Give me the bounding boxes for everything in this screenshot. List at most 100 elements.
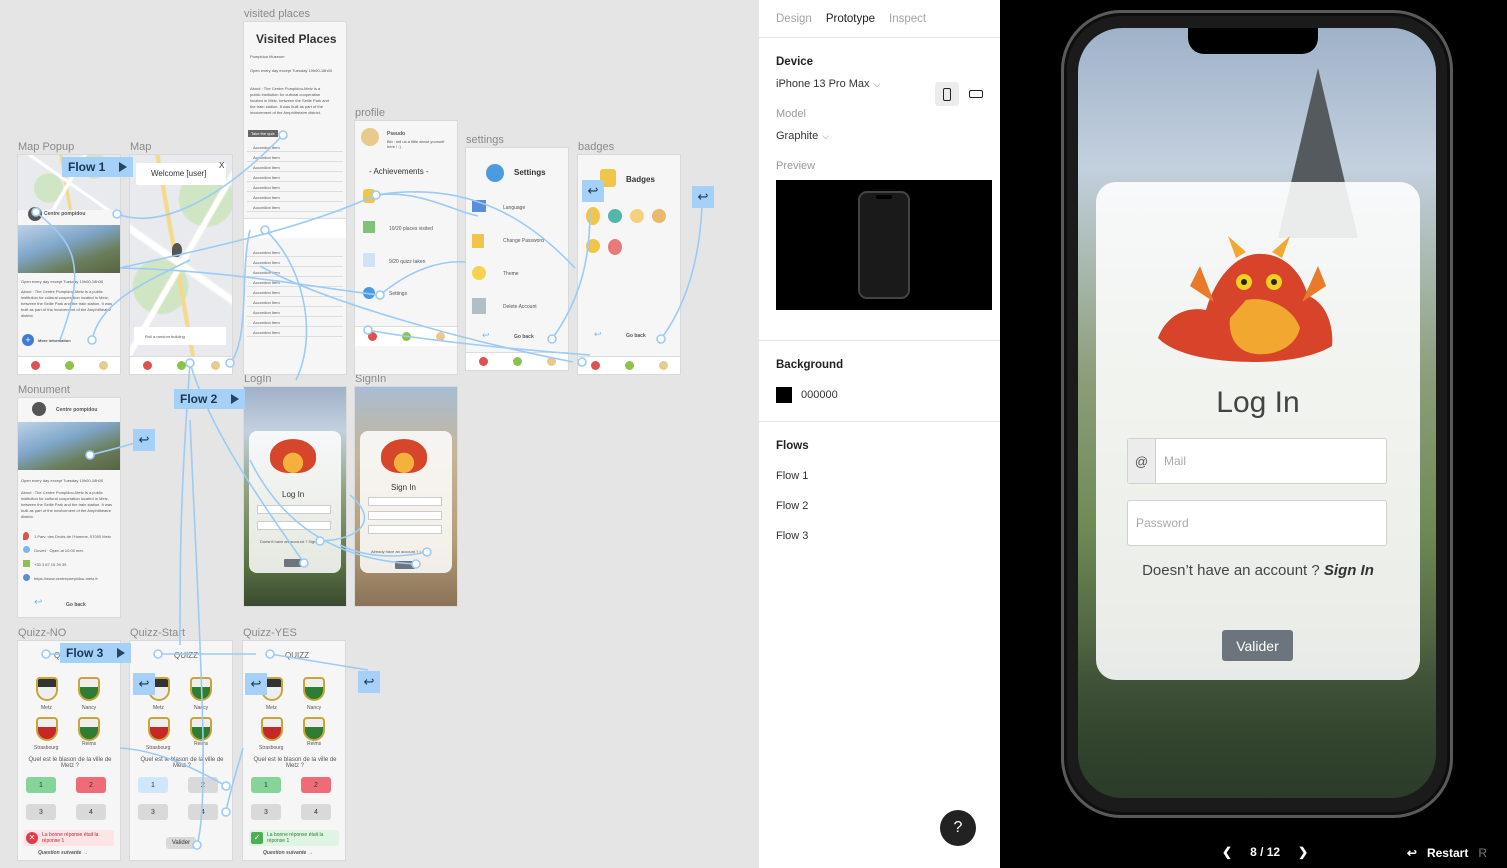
settings-delete[interactable]: Delete Account: [503, 304, 537, 310]
flow-item[interactable]: Flow 2: [776, 500, 983, 512]
flow-item[interactable]: Flow 3: [776, 530, 983, 542]
frame-visited-places[interactable]: Visited Places Pompidou Museum Open ever…: [244, 22, 346, 374]
accordion-item[interactable]: Accordion Item: [247, 143, 343, 152]
frame-quizz-no[interactable]: QUIZZ Metz Nancy Strasbourg Reims Quel e…: [18, 641, 120, 860]
chevron-left-icon[interactable]: ❮: [1222, 845, 1232, 859]
accordion-item[interactable]: Accordion Item: [247, 258, 343, 267]
profile-icon[interactable]: [435, 332, 445, 341]
back-action-icon[interactable]: ↩: [582, 180, 604, 202]
map-pin-icon[interactable]: [30, 361, 40, 370]
frame-label-map[interactable]: Map: [130, 141, 151, 153]
list-icon[interactable]: [401, 332, 411, 341]
accordion-item[interactable]: Accordion Item: [247, 163, 343, 172]
answer-button[interactable]: 2: [76, 777, 106, 793]
play-icon[interactable]: [231, 394, 240, 404]
login-mini-mail[interactable]: [257, 505, 331, 514]
frame-label-quizz-no[interactable]: Quizz-NO: [18, 627, 66, 639]
settings-language[interactable]: Language: [503, 205, 525, 211]
mail-input[interactable]: @ Mail: [1127, 438, 1387, 484]
next-question-link[interactable]: Question suivante →: [38, 850, 88, 856]
badges-go-back[interactable]: Go back: [626, 333, 646, 339]
signin-mini-field[interactable]: [368, 497, 442, 506]
plus-icon[interactable]: +: [22, 334, 34, 346]
answer-button[interactable]: 3: [251, 804, 281, 820]
background-hex[interactable]: 000000: [801, 389, 838, 401]
list-icon[interactable]: [176, 361, 186, 370]
background-color-row[interactable]: 000000: [776, 387, 983, 403]
accordion-item[interactable]: Accordion Item: [247, 328, 343, 337]
more-info-button[interactable]: More information: [38, 338, 71, 343]
profile-icon[interactable]: [658, 361, 668, 370]
tab-design[interactable]: Design: [776, 13, 812, 25]
frame-label-settings[interactable]: settings: [466, 134, 504, 146]
help-button[interactable]: ?: [940, 810, 976, 846]
monument-site[interactable]: https://www.centrepompidou-metz.fr: [34, 576, 98, 581]
signin-mini-valider[interactable]: [395, 561, 415, 569]
flow-3-tag[interactable]: Flow 3: [60, 643, 132, 663]
answer-button[interactable]: 2: [188, 777, 218, 793]
quiz-valider-button[interactable]: Valider: [166, 837, 196, 849]
frame-signin[interactable]: Sign In Already have an account ? Log in: [355, 387, 457, 606]
flow-2-tag[interactable]: Flow 2: [174, 389, 246, 409]
answer-button[interactable]: 4: [188, 804, 218, 820]
frame-label-profile[interactable]: profile: [355, 107, 385, 119]
accordion-item[interactable]: Accordion Item: [247, 193, 343, 202]
signin-mini-login[interactable]: Already have an account ? Log in: [371, 549, 430, 554]
back-action-icon[interactable]: ↩: [245, 673, 267, 695]
accordion-item[interactable]: Accordion Item: [247, 248, 343, 257]
profile-settings-link[interactable]: Settings: [389, 291, 407, 297]
valider-button[interactable]: Valider: [1222, 630, 1293, 661]
answer-button[interactable]: 3: [26, 804, 56, 820]
accordion-item[interactable]: Accordion Item: [247, 183, 343, 192]
sign-in-link[interactable]: Sign In: [1324, 562, 1374, 579]
random-building-button[interactable]: Roll a random building: [145, 334, 185, 339]
frame-label-map-popup[interactable]: Map Popup: [18, 141, 74, 153]
settings-password[interactable]: Change Password: [503, 238, 544, 244]
answer-button[interactable]: 1: [26, 777, 56, 793]
color-swatch[interactable]: [776, 387, 792, 403]
back-action-icon[interactable]: ↩: [133, 673, 155, 695]
tab-inspect[interactable]: Inspect: [889, 13, 926, 25]
answer-button[interactable]: 2: [301, 777, 331, 793]
accordion-item[interactable]: Accordion Item: [247, 203, 343, 212]
login-mini-signup[interactable]: Doesn't have an account ? Sign In: [260, 539, 321, 544]
profile-icon[interactable]: [546, 357, 556, 366]
answer-button[interactable]: 1: [138, 777, 168, 793]
map-pin-icon[interactable]: [367, 332, 377, 341]
prototype-canvas[interactable]: visited places profile settings badges M…: [0, 0, 758, 868]
tab-prototype[interactable]: Prototype: [826, 13, 875, 25]
map-pin-icon[interactable]: [590, 361, 600, 370]
frame-map-popup[interactable]: Centre pompidou Open every day except Tu…: [18, 155, 120, 374]
answer-button[interactable]: 4: [76, 804, 106, 820]
map-pin-icon[interactable]: [478, 357, 488, 366]
play-icon[interactable]: [119, 162, 128, 172]
settings-theme[interactable]: Theme: [503, 271, 519, 277]
settings-go-back[interactable]: Go back: [514, 334, 534, 340]
model-select[interactable]: Graphite ⌵: [776, 130, 983, 142]
back-action-icon[interactable]: ↩: [133, 429, 155, 451]
accordion-item[interactable]: Accordion Item: [247, 318, 343, 327]
frame-map[interactable]: Welcome [user] X Roll a random building: [130, 155, 232, 374]
landscape-icon[interactable]: [969, 90, 983, 98]
restart-control[interactable]: ↩ Restart R: [1407, 846, 1487, 860]
back-arrow-icon[interactable]: ↩: [594, 329, 602, 340]
restart-label[interactable]: Restart: [1427, 846, 1468, 860]
list-icon[interactable]: [512, 357, 522, 366]
accordion-item[interactable]: Accordion Item: [247, 268, 343, 277]
frame-label-badges[interactable]: badges: [578, 141, 614, 153]
restart-icon[interactable]: ↩: [1407, 846, 1417, 860]
chevron-right-icon[interactable]: ❯: [1298, 845, 1308, 859]
map-pin-icon[interactable]: [142, 361, 152, 370]
signin-mini-field[interactable]: [368, 511, 442, 520]
login-mini-password[interactable]: [257, 521, 331, 530]
play-icon[interactable]: [117, 648, 126, 658]
accordion-item[interactable]: Accordion Item: [247, 173, 343, 182]
frame-label-monument[interactable]: Monument: [18, 384, 70, 396]
portrait-icon[interactable]: [935, 82, 959, 106]
frame-label-visited-places[interactable]: visited places: [244, 8, 310, 20]
close-icon[interactable]: X: [219, 161, 224, 170]
take-quiz-button[interactable]: Take the quiz: [248, 130, 278, 137]
gear-icon[interactable]: [363, 287, 375, 299]
monument-go-back[interactable]: Go back: [66, 602, 86, 608]
accordion-item[interactable]: Accordion Item: [247, 153, 343, 162]
